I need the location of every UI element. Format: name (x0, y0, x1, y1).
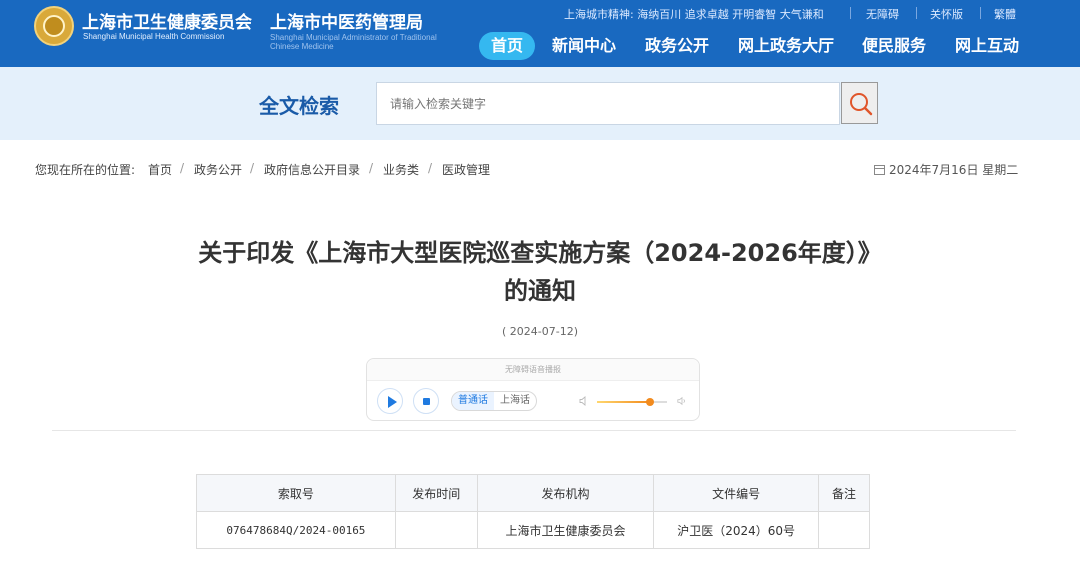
search-title: 全文检索 (259, 94, 339, 118)
language-mandarin[interactable]: 普通话 (452, 392, 494, 410)
breadcrumb-separator: / (180, 161, 185, 175)
article-title-line1: 关于印发《上海市大型医院巡查实施方案（2024-2026年度）》 (198, 239, 882, 267)
breadcrumb-business[interactable]: 业务类 (383, 161, 419, 178)
cell-publisher: 上海市卫生健康委员会 (476, 511, 655, 549)
breadcrumb-medical-admin[interactable]: 医政管理 (442, 161, 490, 178)
cell-remarks (818, 511, 870, 549)
nav-news-center[interactable]: 新闻中心 (552, 32, 616, 60)
cell-publish-time (394, 511, 478, 549)
volume-handle[interactable] (645, 398, 654, 406)
link-care-mode[interactable]: 关怀版 (930, 6, 963, 22)
stop-button[interactable] (413, 388, 439, 414)
breadcrumb-government-affairs[interactable]: 政务公开 (194, 161, 242, 178)
article-title-line2: 的通知 (504, 277, 576, 305)
calendar-icon (874, 165, 885, 175)
link-accessibility[interactable]: 无障碍 (866, 6, 899, 22)
play-icon (388, 396, 397, 408)
util-divider (916, 7, 917, 19)
language-shanghainese[interactable]: 上海话 (494, 392, 536, 410)
emblem-logo[interactable] (34, 6, 74, 46)
play-button[interactable] (377, 388, 403, 414)
header-remarks: 备注 (818, 474, 870, 512)
header-document-number: 文件编号 (653, 474, 820, 512)
article-title: 关于印发《上海市大型医院巡查实施方案（2024-2026年度）》 的通知 (140, 234, 940, 310)
cell-document-number: 沪卫医（2024）60号 (653, 511, 820, 549)
brand-secondary-en: Shanghai Municipal Administrator of Trad… (270, 33, 437, 51)
util-divider (850, 7, 851, 19)
content-divider (52, 430, 1016, 431)
nav-government-affairs[interactable]: 政务公开 (645, 32, 709, 60)
nav-public-services[interactable]: 便民服务 (862, 32, 926, 60)
volume-up-icon[interactable] (677, 396, 687, 406)
document-info-table: 索取号 发布时间 发布机构 文件编号 备注 076478684Q/2024-00… (196, 474, 870, 549)
header-index-number: 索取号 (196, 474, 396, 512)
emblem-inner (43, 15, 65, 37)
volume-slider[interactable] (597, 398, 667, 406)
player-caption: 无障碍语音播报 (367, 359, 699, 381)
current-date: 2024年7月16日 星期二 (874, 161, 1018, 178)
breadcrumb-separator: / (250, 161, 255, 175)
search-input[interactable] (376, 82, 840, 125)
nav-online-interaction[interactable]: 网上互动 (955, 32, 1019, 60)
link-traditional-chinese[interactable]: 繁體 (994, 6, 1016, 22)
language-selector: 普通话 上海话 (451, 391, 537, 411)
site-header: 上海市卫生健康委员会 Shanghai Municipal Health Com… (0, 0, 1080, 67)
breadcrumb-separator: / (428, 161, 433, 175)
volume-fill (597, 401, 650, 403)
stop-icon (423, 398, 430, 405)
nav-home[interactable]: 首页 (479, 32, 536, 60)
volume-mute-icon[interactable] (579, 396, 589, 406)
cell-index-number: 076478684Q/2024-00165 (196, 511, 396, 549)
header-publisher: 发布机构 (476, 474, 655, 512)
breadcrumb-info-catalog[interactable]: 政府信息公开目录 (264, 161, 360, 178)
breadcrumb-home[interactable]: 首页 (148, 161, 172, 178)
search-icon (850, 93, 873, 116)
table-header-row: 索取号 发布时间 发布机构 文件编号 备注 (196, 474, 870, 512)
audio-player: 无障碍语音播报 普通话 上海话 (366, 358, 700, 421)
publish-date: ( 2024-07-12) (501, 325, 578, 338)
table-row: 076478684Q/2024-00165 上海市卫生健康委员会 沪卫医（202… (196, 511, 870, 549)
brand-primary-en: Shanghai Municipal Health Commission (83, 32, 225, 41)
brand-primary[interactable]: 上海市卫生健康委员会 (82, 8, 252, 33)
brand-secondary[interactable]: 上海市中医药管理局 (270, 8, 423, 33)
search-button[interactable] (841, 82, 878, 124)
breadcrumb-separator: / (369, 161, 374, 175)
date-text: 2024年7月16日 星期二 (889, 163, 1019, 177)
city-spirit-text: 上海城市精神: 海纳百川 追求卓越 开明睿智 大气谦和 (564, 8, 824, 21)
nav-online-services-hall[interactable]: 网上政务大厅 (738, 32, 834, 60)
breadcrumb-label: 您现在所在的位置: (35, 163, 136, 177)
util-divider (980, 7, 981, 19)
header-publish-time: 发布时间 (394, 474, 478, 512)
